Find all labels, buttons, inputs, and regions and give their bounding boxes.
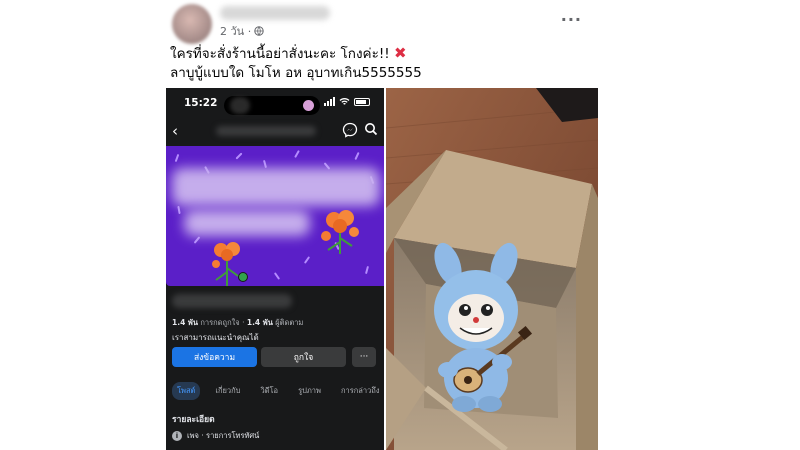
- globe-icon: [254, 26, 264, 36]
- search-icon[interactable]: [364, 122, 378, 136]
- online-status-dot: [238, 272, 248, 282]
- details-row-text: เพจ · รายการโทรทัศน์: [187, 431, 260, 440]
- post-meta: 2 วัน ·: [220, 22, 264, 40]
- cover-photo[interactable]: [166, 146, 384, 286]
- details-row: i เพจ · รายการโทรทัศน์: [172, 430, 259, 442]
- cover-title-blurred: [172, 168, 380, 206]
- suggest-text: เราสามารถแนะนำคุณได้: [172, 333, 259, 342]
- more-options-icon[interactable]: ···: [561, 10, 582, 29]
- messenger-icon[interactable]: [342, 122, 358, 138]
- page-navbar: ‹: [166, 120, 384, 142]
- author-name-blurred[interactable]: [220, 6, 330, 20]
- facebook-post: 2 วัน · ··· ใครที่จะสั่งร้านนี้อย่าสั่งน…: [160, 0, 600, 450]
- followers-label: ผู้ติดตาม: [275, 318, 304, 327]
- likes-label: การกดถูกใจ: [200, 318, 240, 327]
- flower-illustration: [321, 210, 359, 254]
- tab-photos[interactable]: รูปภาพ: [293, 382, 326, 400]
- phone-status-bar: 15:22: [166, 94, 384, 115]
- post-caption: ใครที่จะสั่งร้านนี้อย่าสั่งนะคะ โกงค่ะ!!…: [170, 44, 422, 83]
- page-stats: 1.4 พัน การกดถูกใจ · 1.4 พัน ผู้ติดตาม: [172, 318, 304, 327]
- cover-subtitle-blurred: [184, 210, 310, 236]
- wifi-icon: [339, 98, 350, 105]
- info-icon: i: [172, 431, 182, 441]
- likes-count: 1.4 พัน: [172, 318, 198, 327]
- page-title-blurred: [216, 126, 316, 136]
- send-message-button[interactable]: ส่งข้อความ: [172, 347, 257, 367]
- screenshot-image[interactable]: 15:22 ‹ 1.4 พัน การกดถูกใจ · 1.4 พัน ผู้…: [166, 88, 384, 450]
- box-photo[interactable]: [386, 88, 598, 450]
- tab-mentions[interactable]: การกล่าวถึง: [336, 382, 384, 400]
- like-page-button[interactable]: ถูกใจ: [261, 347, 346, 367]
- dynamic-island: [224, 96, 320, 115]
- tab-posts[interactable]: โพสต์: [172, 382, 201, 400]
- details-heading: รายละเอียด: [172, 415, 215, 425]
- page-tabs: โพสต์ เกี่ยวกับ วิดีโอ รูปภาพ การกล่าวถึ…: [172, 382, 384, 400]
- status-icons: [324, 97, 370, 106]
- cross-mark-icon: ✖: [393, 44, 407, 62]
- followers-count: 1.4 พัน: [246, 318, 273, 327]
- post-timestamp[interactable]: 2 วัน ·: [220, 22, 251, 40]
- tab-about[interactable]: เกี่ยวกับ: [210, 382, 245, 400]
- page-name-blurred: [172, 294, 292, 308]
- tab-videos[interactable]: วิดีโอ: [255, 382, 283, 400]
- back-arrow-icon[interactable]: ‹: [172, 122, 178, 140]
- page-more-button[interactable]: ···: [352, 347, 376, 367]
- status-time: 15:22: [184, 97, 218, 109]
- battery-icon: [354, 97, 370, 106]
- signal-icon: [324, 97, 335, 106]
- caption-line-1: ใครที่จะสั่งร้านนี้อย่าสั่งนะคะ โกงค่ะ!!: [170, 46, 390, 62]
- author-avatar[interactable]: [172, 4, 212, 44]
- caption-line-2: ลาบูบู้แบบใด โมโห อห อุบาทเกิน5555555: [170, 65, 422, 81]
